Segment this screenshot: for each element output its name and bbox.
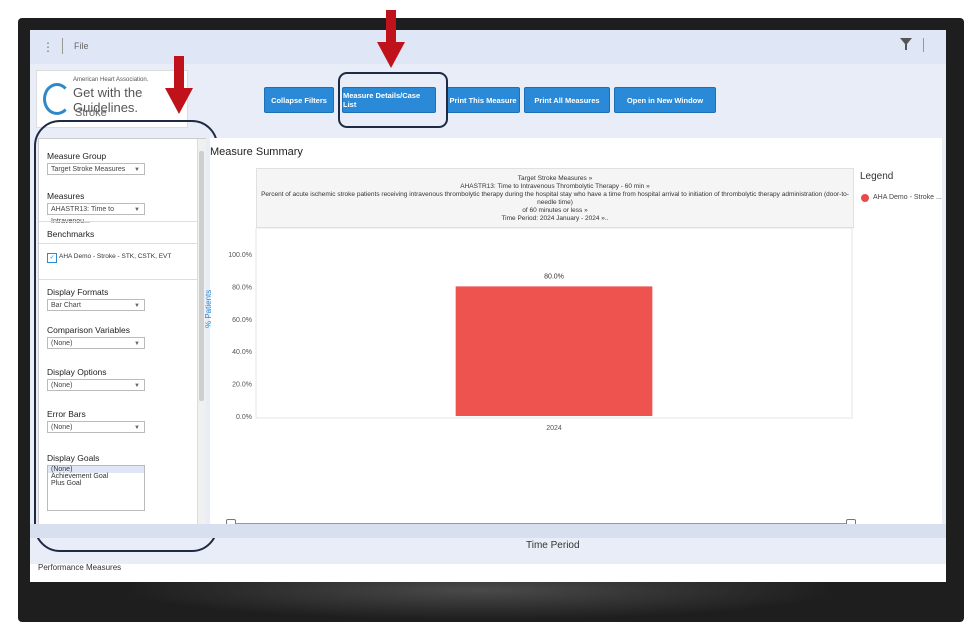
measure-summary-panel: Measure Summary Target Stroke Measures »… (204, 138, 942, 551)
x-axis-title: Time Period (526, 540, 580, 551)
data-label: 80.0% (544, 273, 564, 280)
annotation-arrow-down-icon (165, 56, 193, 114)
y-tick-label: 60.0% (232, 317, 252, 324)
more-options-icon[interactable]: ⋮ (42, 40, 54, 54)
annotation-arrow-down-icon (377, 10, 405, 68)
header-time-period: Time Period: 2024 January - 2024 ».. (501, 215, 609, 222)
logo-sub: Stroke (75, 107, 107, 119)
y-tick-label: 80.0% (232, 284, 252, 291)
filter-divider (923, 38, 924, 52)
header-measure-group: Target Stroke Measures » (517, 175, 593, 182)
bar-chart: 0.0% 20.0% 40.0% 60.0% 80.0% 100.0% 80.0% 2024 (228, 228, 853, 432)
panel-title: Measure Summary (210, 146, 303, 158)
y-tick-label: 0.0% (236, 414, 252, 421)
annotation-highlight-box (338, 72, 448, 128)
header-description-cont: of 60 minutes or less » (522, 207, 588, 214)
logo-org: American Heart Association. (73, 77, 149, 83)
annotation-sidebar-outline (34, 120, 218, 552)
open-new-window-button[interactable]: Open in New Window (614, 87, 716, 113)
header-description: Percent of acute ischemic stroke patient… (261, 191, 849, 206)
collapse-filters-button[interactable]: Collapse Filters (264, 87, 334, 113)
print-all-measures-button[interactable]: Print All Measures (524, 87, 610, 113)
filter-icon[interactable] (900, 38, 912, 50)
legend-item[interactable]: AHA Demo - Stroke ... (873, 194, 942, 201)
y-tick-label: 100.0% (228, 252, 252, 259)
menu-divider (62, 38, 63, 54)
legend-title: Legend (860, 171, 894, 182)
x-tick-label: 2024 (546, 425, 562, 432)
file-menu[interactable]: File (74, 41, 89, 51)
bar (455, 286, 653, 416)
bottom-bar (30, 524, 946, 538)
legend-swatch (861, 194, 869, 202)
logo-ring-icon (43, 83, 71, 115)
print-this-measure-button[interactable]: Print This Measure (446, 87, 520, 113)
y-tick-label: 20.0% (232, 382, 252, 389)
y-tick-label: 40.0% (232, 349, 252, 356)
chart-header: Target Stroke Measures » AHASTR13: Time … (256, 168, 854, 228)
header-measure: AHASTR13: Time to Intravenous Thrombolyt… (460, 183, 650, 190)
performance-measures-tab[interactable]: Performance Measures (38, 563, 121, 572)
